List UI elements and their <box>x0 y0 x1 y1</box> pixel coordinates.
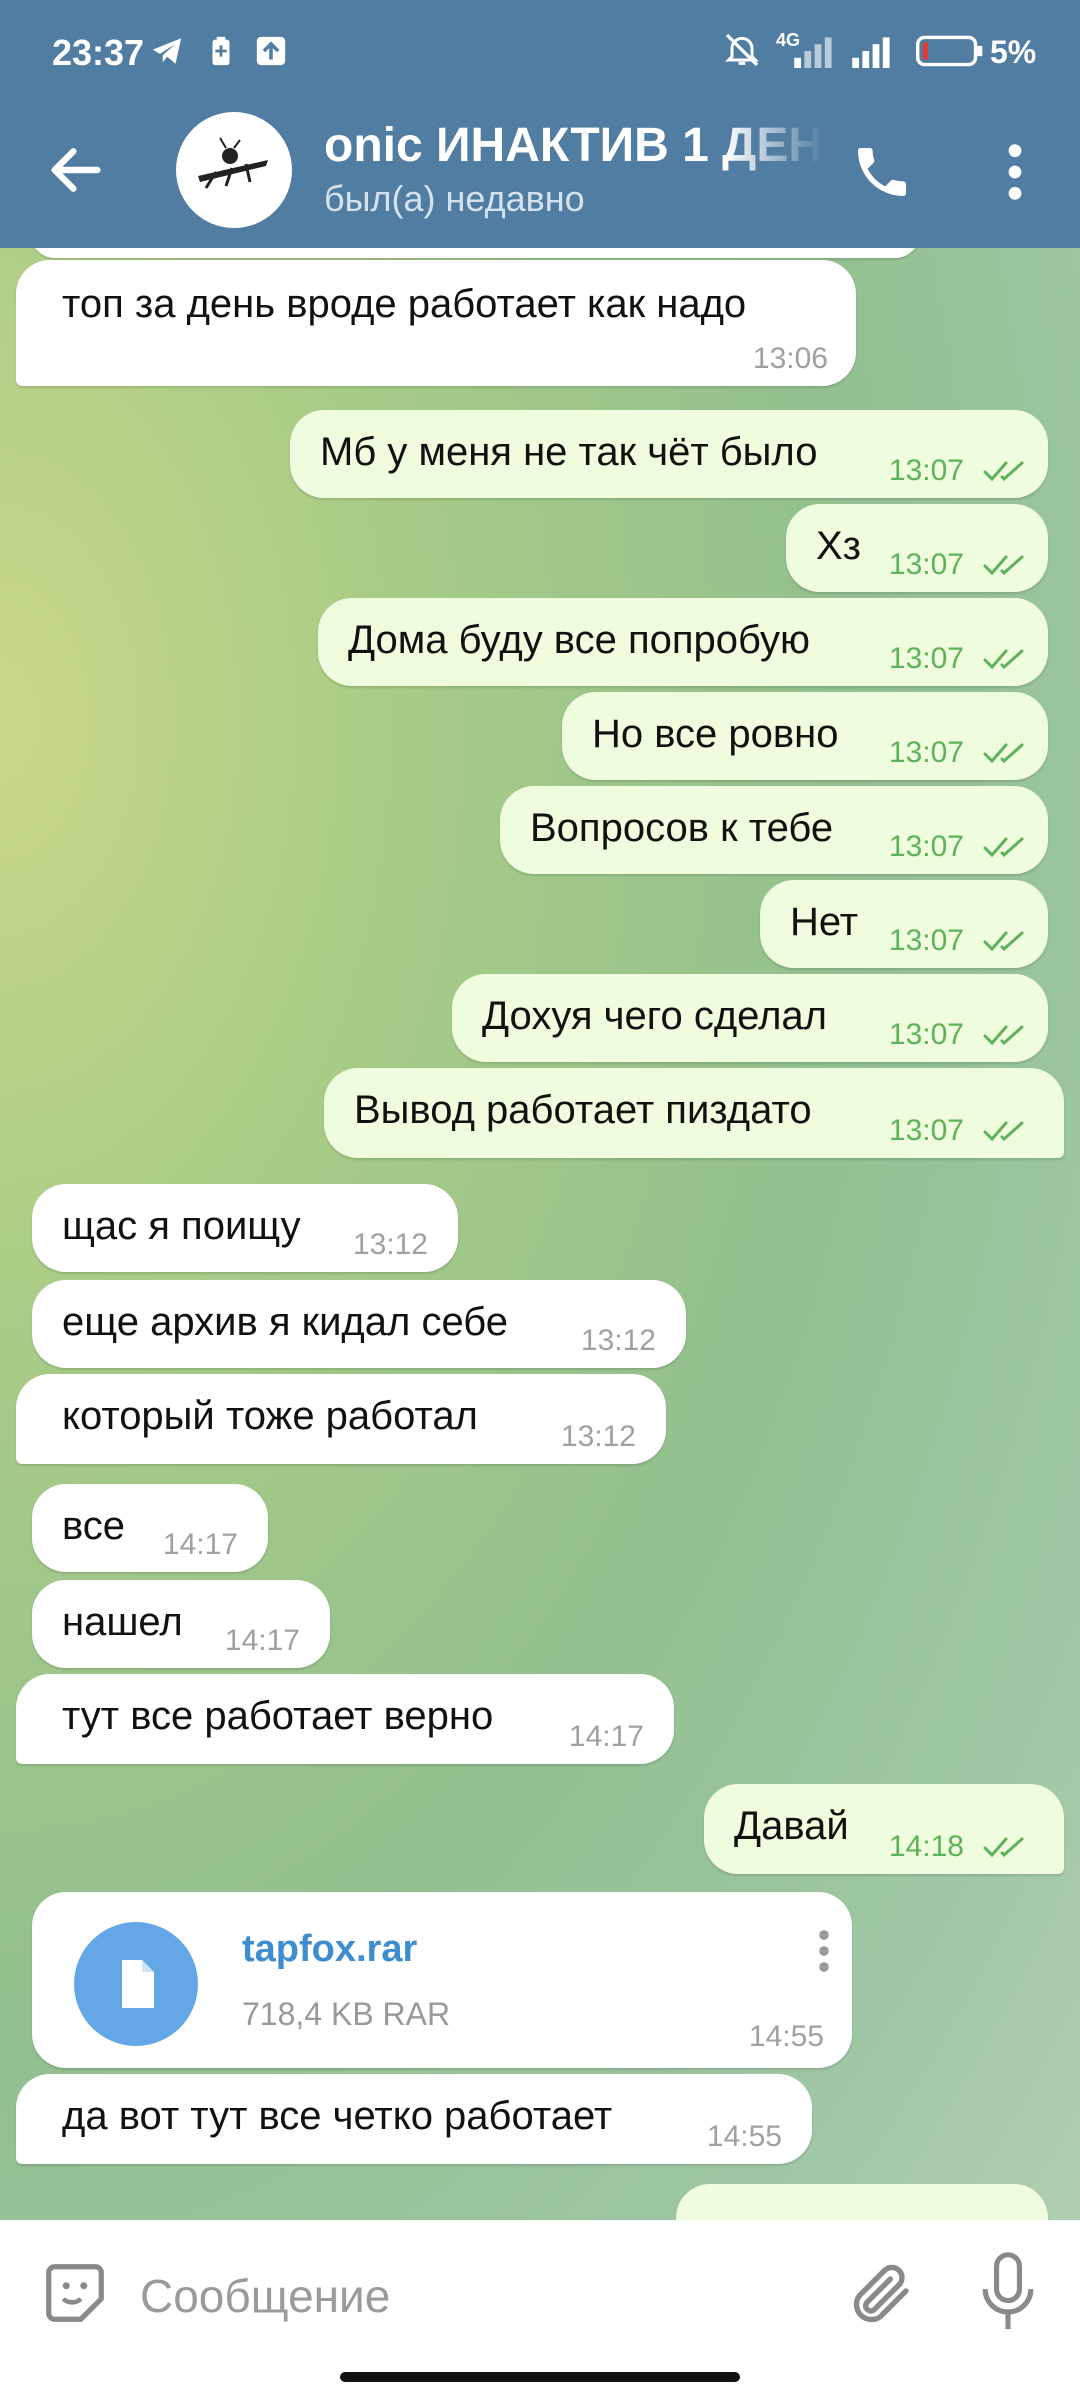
message-text: Нет <box>790 900 859 944</box>
read-check-icon <box>983 743 1024 764</box>
incoming-message[interactable]: да вот тут все четко работает 14:55 <box>16 2074 812 2164</box>
outgoing-message-partial <box>676 2184 1048 2220</box>
outgoing-message[interactable]: Дома буду все попробую 13:07 <box>318 598 1048 686</box>
phone-icon[interactable] <box>850 140 914 204</box>
outgoing-message[interactable]: Нет 13:07 <box>760 880 1048 968</box>
message-list[interactable]: топ за день вроде работает как надо 13:0… <box>0 248 1080 2220</box>
sticker-icon[interactable] <box>40 2258 110 2328</box>
message-time: 13:12 <box>580 1324 656 1357</box>
message-text: еще архив я кидал себе <box>62 1300 508 1344</box>
incoming-message[interactable]: щас я поищу 13:12 <box>32 1184 458 1272</box>
outgoing-message[interactable]: Мб у меня не так чёт было 13:07 <box>290 410 1048 498</box>
message-text: Мб у меня не так чёт было <box>320 430 818 474</box>
message-time: 13:06 <box>752 342 828 375</box>
read-check-icon <box>983 931 1024 952</box>
message-time: 13:07 <box>888 830 964 863</box>
file-message[interactable]: tapfox.rar 718,4 KB RAR 14:55 <box>32 1892 852 2068</box>
telegram-chat-screen: 23:37 4G 5% onic ИНАКТИВ 1 ДЕНЬ был(а) н… <box>0 0 1080 2400</box>
message-text: который тоже работал <box>62 1394 478 1438</box>
chat-header: 23:37 4G 5% onic ИНАКТИВ 1 ДЕНЬ был(а) н… <box>0 0 1080 248</box>
chat-status: был(а) недавно <box>324 178 585 219</box>
message-text: Но все ровно <box>592 712 839 756</box>
message-time: 13:12 <box>560 1420 636 1453</box>
back-arrow-icon[interactable] <box>44 138 108 202</box>
file-name[interactable]: tapfox.rar <box>242 1928 417 1971</box>
more-vertical-icon[interactable] <box>1000 140 1030 204</box>
message-text: да вот тут все четко работает <box>62 2094 613 2138</box>
document-icon <box>122 1960 154 2008</box>
message-text: тут все работает верно <box>62 1694 494 1738</box>
upload-icon <box>256 36 286 66</box>
message-time: 14:55 <box>748 2020 824 2053</box>
battery-saver-icon <box>212 36 230 66</box>
telegram-icon <box>152 38 182 64</box>
avatar[interactable] <box>176 112 292 228</box>
microphone-icon[interactable] <box>978 2252 1038 2332</box>
message-text: Давай <box>734 1804 849 1848</box>
message-time: 14:55 <box>706 2120 782 2153</box>
message-time: 13:12 <box>352 1228 428 1261</box>
message-time: 13:07 <box>888 454 964 487</box>
message-time: 13:07 <box>888 642 964 675</box>
read-check-icon <box>983 461 1024 482</box>
incoming-message[interactable]: тут все работает верно 14:17 <box>16 1674 674 1764</box>
message-text: Вывод работает пиздато <box>354 1088 812 1132</box>
file-download-button[interactable] <box>74 1922 198 2046</box>
incoming-message[interactable]: все 14:17 <box>32 1484 268 1572</box>
outgoing-message[interactable]: Вывод работает пиздато 13:07 <box>324 1068 1064 1158</box>
battery-percent: 5% <box>990 34 1037 70</box>
read-check-icon <box>983 649 1024 670</box>
battery-icon <box>916 35 983 67</box>
signal-icon <box>794 37 832 68</box>
read-check-icon <box>983 1121 1024 1142</box>
read-check-icon <box>983 1025 1024 1046</box>
message-input[interactable] <box>138 2260 792 2332</box>
message-time: 14:18 <box>888 1830 964 1863</box>
outgoing-message[interactable]: Дохуя чего сделал 13:07 <box>452 974 1048 1062</box>
read-check-icon <box>983 1837 1024 1858</box>
message-time: 13:07 <box>888 1114 964 1147</box>
home-indicator <box>340 2372 740 2382</box>
message-time: 13:07 <box>888 548 964 581</box>
incoming-message-partial <box>30 248 920 258</box>
message-text: Вопросов к тебе <box>530 806 834 850</box>
status-time: 23:37 <box>52 32 145 73</box>
message-text: топ за день вроде работает как надо <box>62 282 747 326</box>
incoming-message[interactable]: еще архив я кидал себе 13:12 <box>32 1280 686 1368</box>
more-vertical-icon[interactable] <box>816 1926 832 1976</box>
signal-icon <box>852 37 890 68</box>
read-check-icon <box>983 555 1024 576</box>
incoming-message[interactable]: топ за день вроде работает как надо 13:0… <box>16 260 856 386</box>
avatar-logo-icon <box>198 137 268 189</box>
incoming-message[interactable]: который тоже работал 13:12 <box>16 1374 666 1464</box>
message-text: все <box>62 1504 126 1548</box>
message-text: щас я поищу <box>62 1204 301 1248</box>
outgoing-message[interactable]: Давай 14:18 <box>704 1784 1064 1874</box>
outgoing-message[interactable]: Но все ровно 13:07 <box>562 692 1048 780</box>
message-text: Дохуя чего сделал <box>482 994 827 1038</box>
mute-icon <box>725 33 759 67</box>
chat-title[interactable]: onic ИНАКТИВ 1 ДЕНЬ <box>324 118 824 173</box>
message-time: 14:17 <box>162 1528 238 1561</box>
outgoing-message[interactable]: Хз 13:07 <box>786 504 1048 592</box>
paperclip-icon[interactable] <box>846 2258 918 2330</box>
message-text: Хз <box>816 524 862 568</box>
outgoing-message[interactable]: Вопросов к тебе 13:07 <box>500 786 1048 874</box>
message-text: Дома буду все попробую <box>348 618 811 662</box>
message-time: 14:17 <box>568 1720 644 1753</box>
message-time: 14:17 <box>224 1624 300 1657</box>
message-time: 13:07 <box>888 924 964 957</box>
message-input-bar <box>0 2220 1080 2400</box>
message-text: нашел <box>62 1600 183 1644</box>
read-check-icon <box>983 837 1024 858</box>
file-size: 718,4 KB RAR <box>242 1996 451 2032</box>
message-time: 13:07 <box>888 736 964 769</box>
message-time: 13:07 <box>888 1018 964 1051</box>
incoming-message[interactable]: нашел 14:17 <box>32 1580 330 1668</box>
